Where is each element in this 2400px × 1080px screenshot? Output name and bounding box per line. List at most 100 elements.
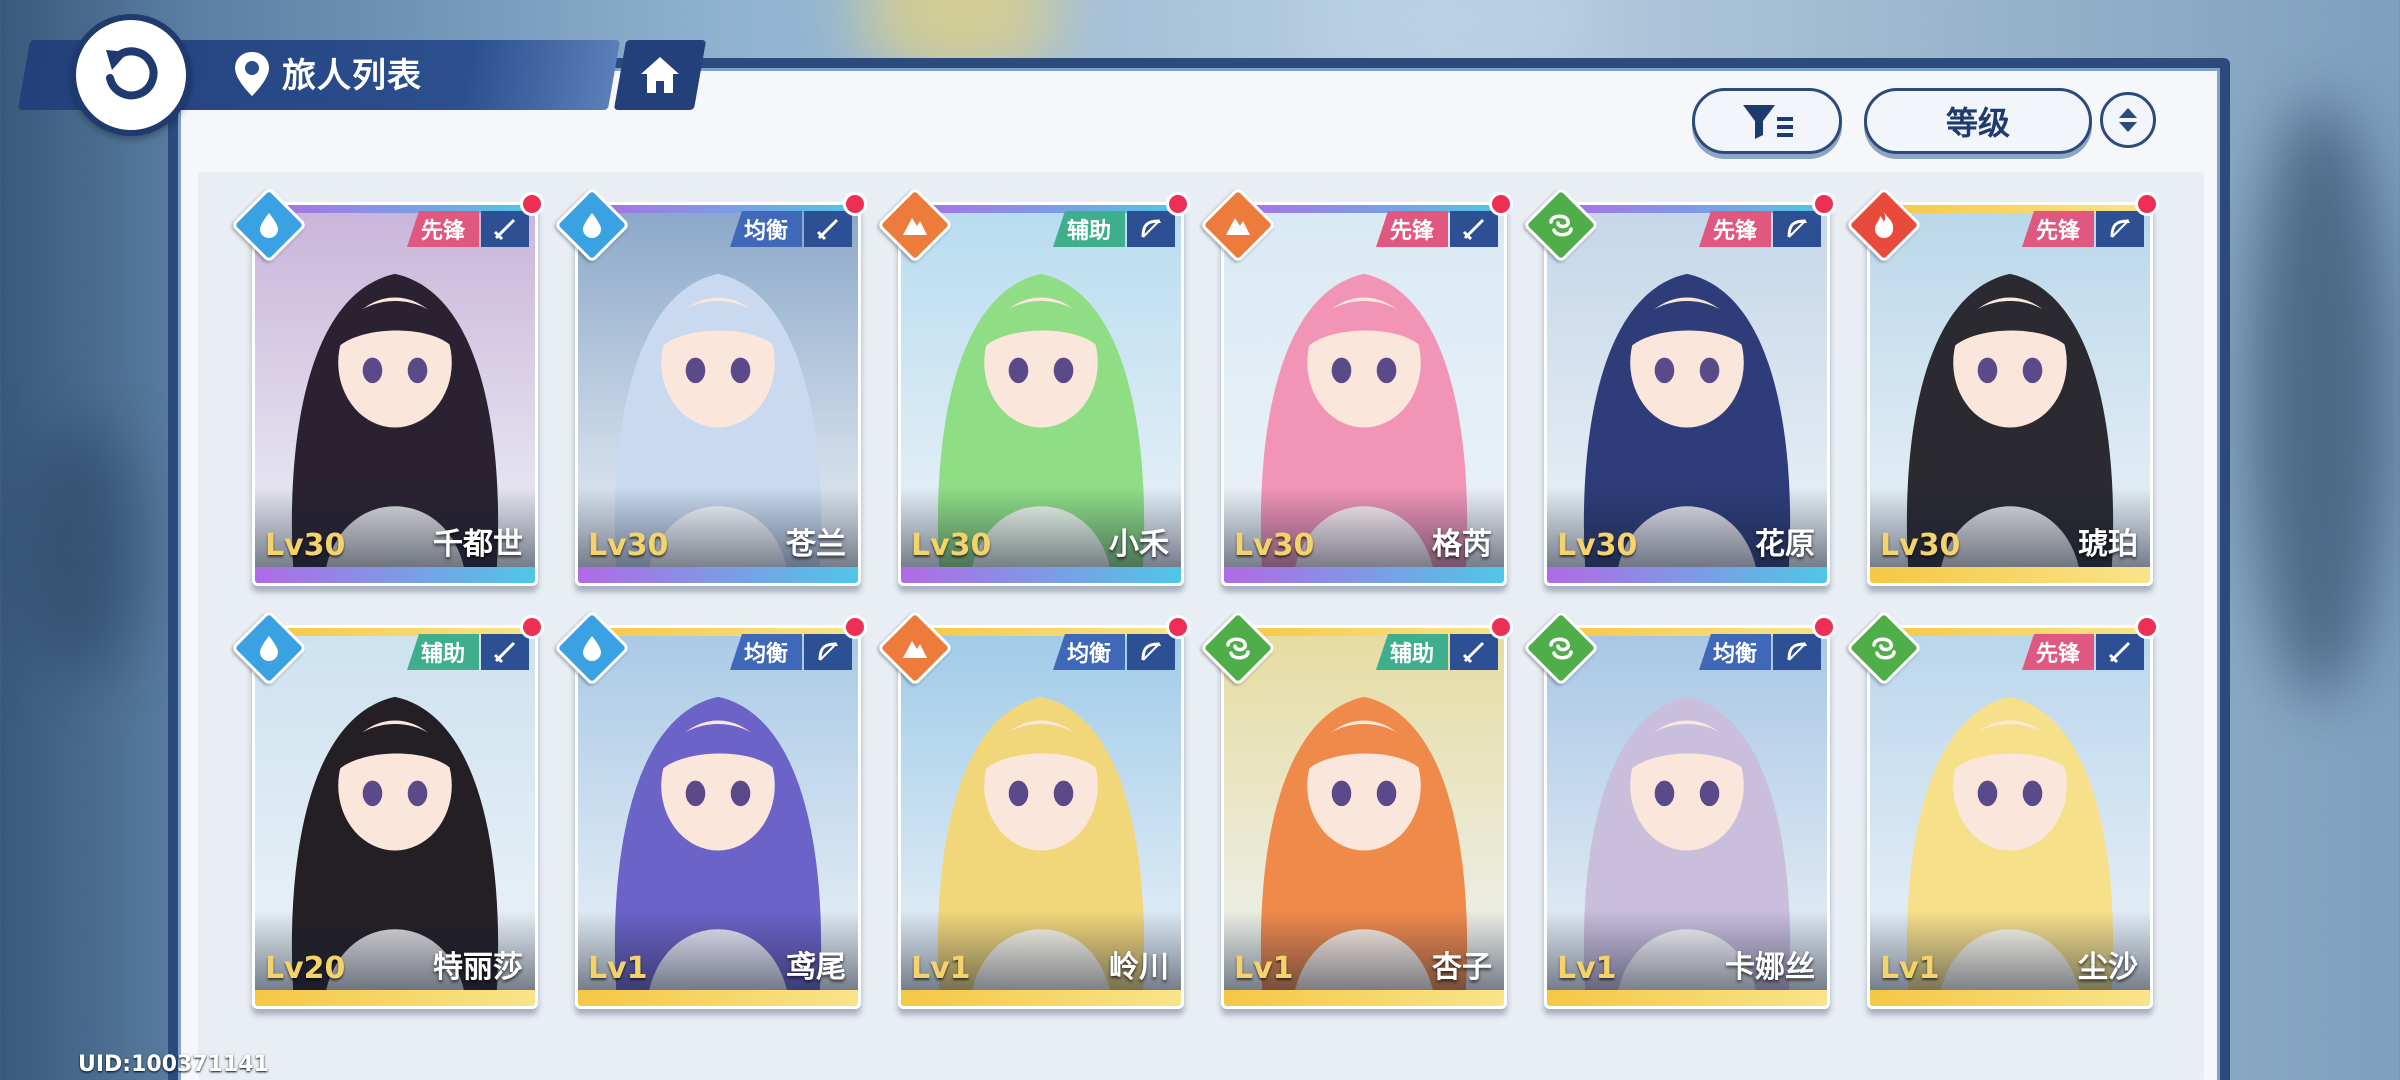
uid-label: UID:100371141 — [78, 1052, 269, 1077]
role-label: 均衡 — [743, 642, 788, 667]
character-card[interactable]: 均衡 Lv1 岭川 — [898, 625, 1184, 1009]
level-label: Lv20 — [265, 951, 346, 986]
notification-dot — [843, 192, 867, 216]
level-label: Lv1 — [911, 951, 971, 986]
back-arrow-icon — [106, 47, 158, 100]
role-label: 先锋 — [1389, 219, 1434, 244]
rarity-strip — [578, 990, 858, 1006]
level-label: Lv1 — [1234, 951, 1294, 986]
character-name: 岭川 — [1109, 950, 1169, 985]
sword-icon — [481, 211, 529, 247]
sword-icon — [1450, 634, 1498, 670]
character-name: 千都世 — [433, 527, 523, 562]
role-badge: 均衡 — [1052, 634, 1125, 670]
character-name: 杏子 — [1432, 950, 1492, 985]
rarity-strip — [1224, 990, 1504, 1006]
sword-icon — [481, 634, 529, 670]
role-label: 均衡 — [743, 219, 788, 244]
sword-icon — [804, 211, 852, 247]
role-label: 先锋 — [1712, 219, 1757, 244]
sword-icon — [2096, 634, 2144, 670]
rarity-strip — [1870, 990, 2150, 1006]
location-pin-icon — [235, 52, 269, 96]
role-label: 先锋 — [2035, 219, 2080, 244]
bow-icon — [1773, 211, 1821, 247]
character-card[interactable]: 先锋 Lv1 尘沙 — [1867, 625, 2153, 1009]
bow-icon — [1127, 634, 1175, 670]
role-label: 辅助 — [1066, 219, 1111, 244]
home-icon — [641, 57, 679, 93]
character-card[interactable]: 先锋 Lv30 千都世 — [252, 202, 538, 586]
rarity-strip — [1870, 567, 2150, 583]
role-badge: 先锋 — [2021, 211, 2094, 247]
rarity-strip — [1224, 567, 1504, 583]
background-blur — [20, 420, 140, 680]
role-badge: 先锋 — [2021, 634, 2094, 670]
character-name: 琥珀 — [2078, 527, 2138, 562]
rarity-strip — [901, 567, 1181, 583]
character-name: 小禾 — [1109, 527, 1169, 562]
character-card[interactable]: 辅助 Lv30 小禾 — [898, 202, 1184, 586]
character-card[interactable]: 辅助 Lv20 特丽莎 — [252, 625, 538, 1009]
level-label: Lv30 — [1880, 528, 1961, 563]
role-label: 均衡 — [1712, 642, 1757, 667]
background-blur — [2250, 100, 2390, 700]
page-title: 旅人列表 — [282, 56, 422, 96]
character-name: 苍兰 — [786, 527, 846, 562]
character-card[interactable]: 均衡 Lv1 鸢尾 — [575, 625, 861, 1009]
notification-dot — [520, 192, 544, 216]
role-badge: 辅助 — [1052, 211, 1125, 247]
role-label: 先锋 — [420, 219, 465, 244]
character-card[interactable]: 先锋 Lv30 花原 — [1544, 202, 1830, 586]
character-card[interactable]: 辅助 Lv1 杏子 — [1221, 625, 1507, 1009]
rarity-strip — [255, 567, 535, 583]
bow-icon — [1127, 211, 1175, 247]
role-badge: 均衡 — [729, 211, 802, 247]
level-label: Lv1 — [588, 951, 648, 986]
arrow-up-icon — [2119, 108, 2137, 118]
sort-order-toggle[interactable] — [2100, 92, 2156, 148]
notification-dot — [1489, 615, 1513, 639]
rarity-strip — [1547, 567, 1827, 583]
notification-dot — [843, 615, 867, 639]
home-button[interactable] — [613, 40, 707, 110]
character-name: 尘沙 — [2078, 950, 2138, 985]
arrow-down-icon — [2119, 122, 2137, 132]
character-card[interactable]: 先锋 Lv30 格芮 — [1221, 202, 1507, 586]
filter-icon — [1743, 105, 1793, 139]
level-label: Lv30 — [588, 528, 669, 563]
notification-dot — [2135, 615, 2159, 639]
role-badge: 先锋 — [1698, 211, 1771, 247]
notification-dot — [1489, 192, 1513, 216]
character-card[interactable]: 均衡 Lv1 卡娜丝 — [1544, 625, 1830, 1009]
notification-dot — [1812, 615, 1836, 639]
role-badge: 辅助 — [1375, 634, 1448, 670]
character-name: 花原 — [1755, 527, 1815, 562]
role-badge: 辅助 — [406, 634, 479, 670]
sort-button[interactable]: 等级 — [1864, 88, 2092, 154]
bow-icon — [804, 634, 852, 670]
level-label: Lv1 — [1557, 951, 1617, 986]
role-label: 辅助 — [1389, 642, 1434, 667]
filter-button[interactable] — [1692, 88, 1842, 154]
character-card[interactable]: 先锋 Lv30 琥珀 — [1867, 202, 2153, 586]
rarity-strip — [578, 567, 858, 583]
level-label: Lv30 — [265, 528, 346, 563]
character-name: 鸢尾 — [786, 950, 846, 985]
role-badge: 均衡 — [1698, 634, 1771, 670]
notification-dot — [1812, 192, 1836, 216]
notification-dot — [520, 615, 544, 639]
character-card[interactable]: 均衡 Lv30 苍兰 — [575, 202, 861, 586]
sword-icon — [1450, 211, 1498, 247]
role-label: 均衡 — [1066, 642, 1111, 667]
level-label: Lv1 — [1880, 951, 1940, 986]
notification-dot — [1166, 192, 1190, 216]
back-button[interactable] — [70, 14, 192, 136]
role-badge: 先锋 — [406, 211, 479, 247]
character-name: 格芮 — [1432, 527, 1492, 562]
level-label: Lv30 — [1234, 528, 1315, 563]
rarity-strip — [1547, 990, 1827, 1006]
rarity-strip — [901, 990, 1181, 1006]
rarity-strip — [255, 990, 535, 1006]
character-name: 卡娜丝 — [1725, 950, 1815, 985]
